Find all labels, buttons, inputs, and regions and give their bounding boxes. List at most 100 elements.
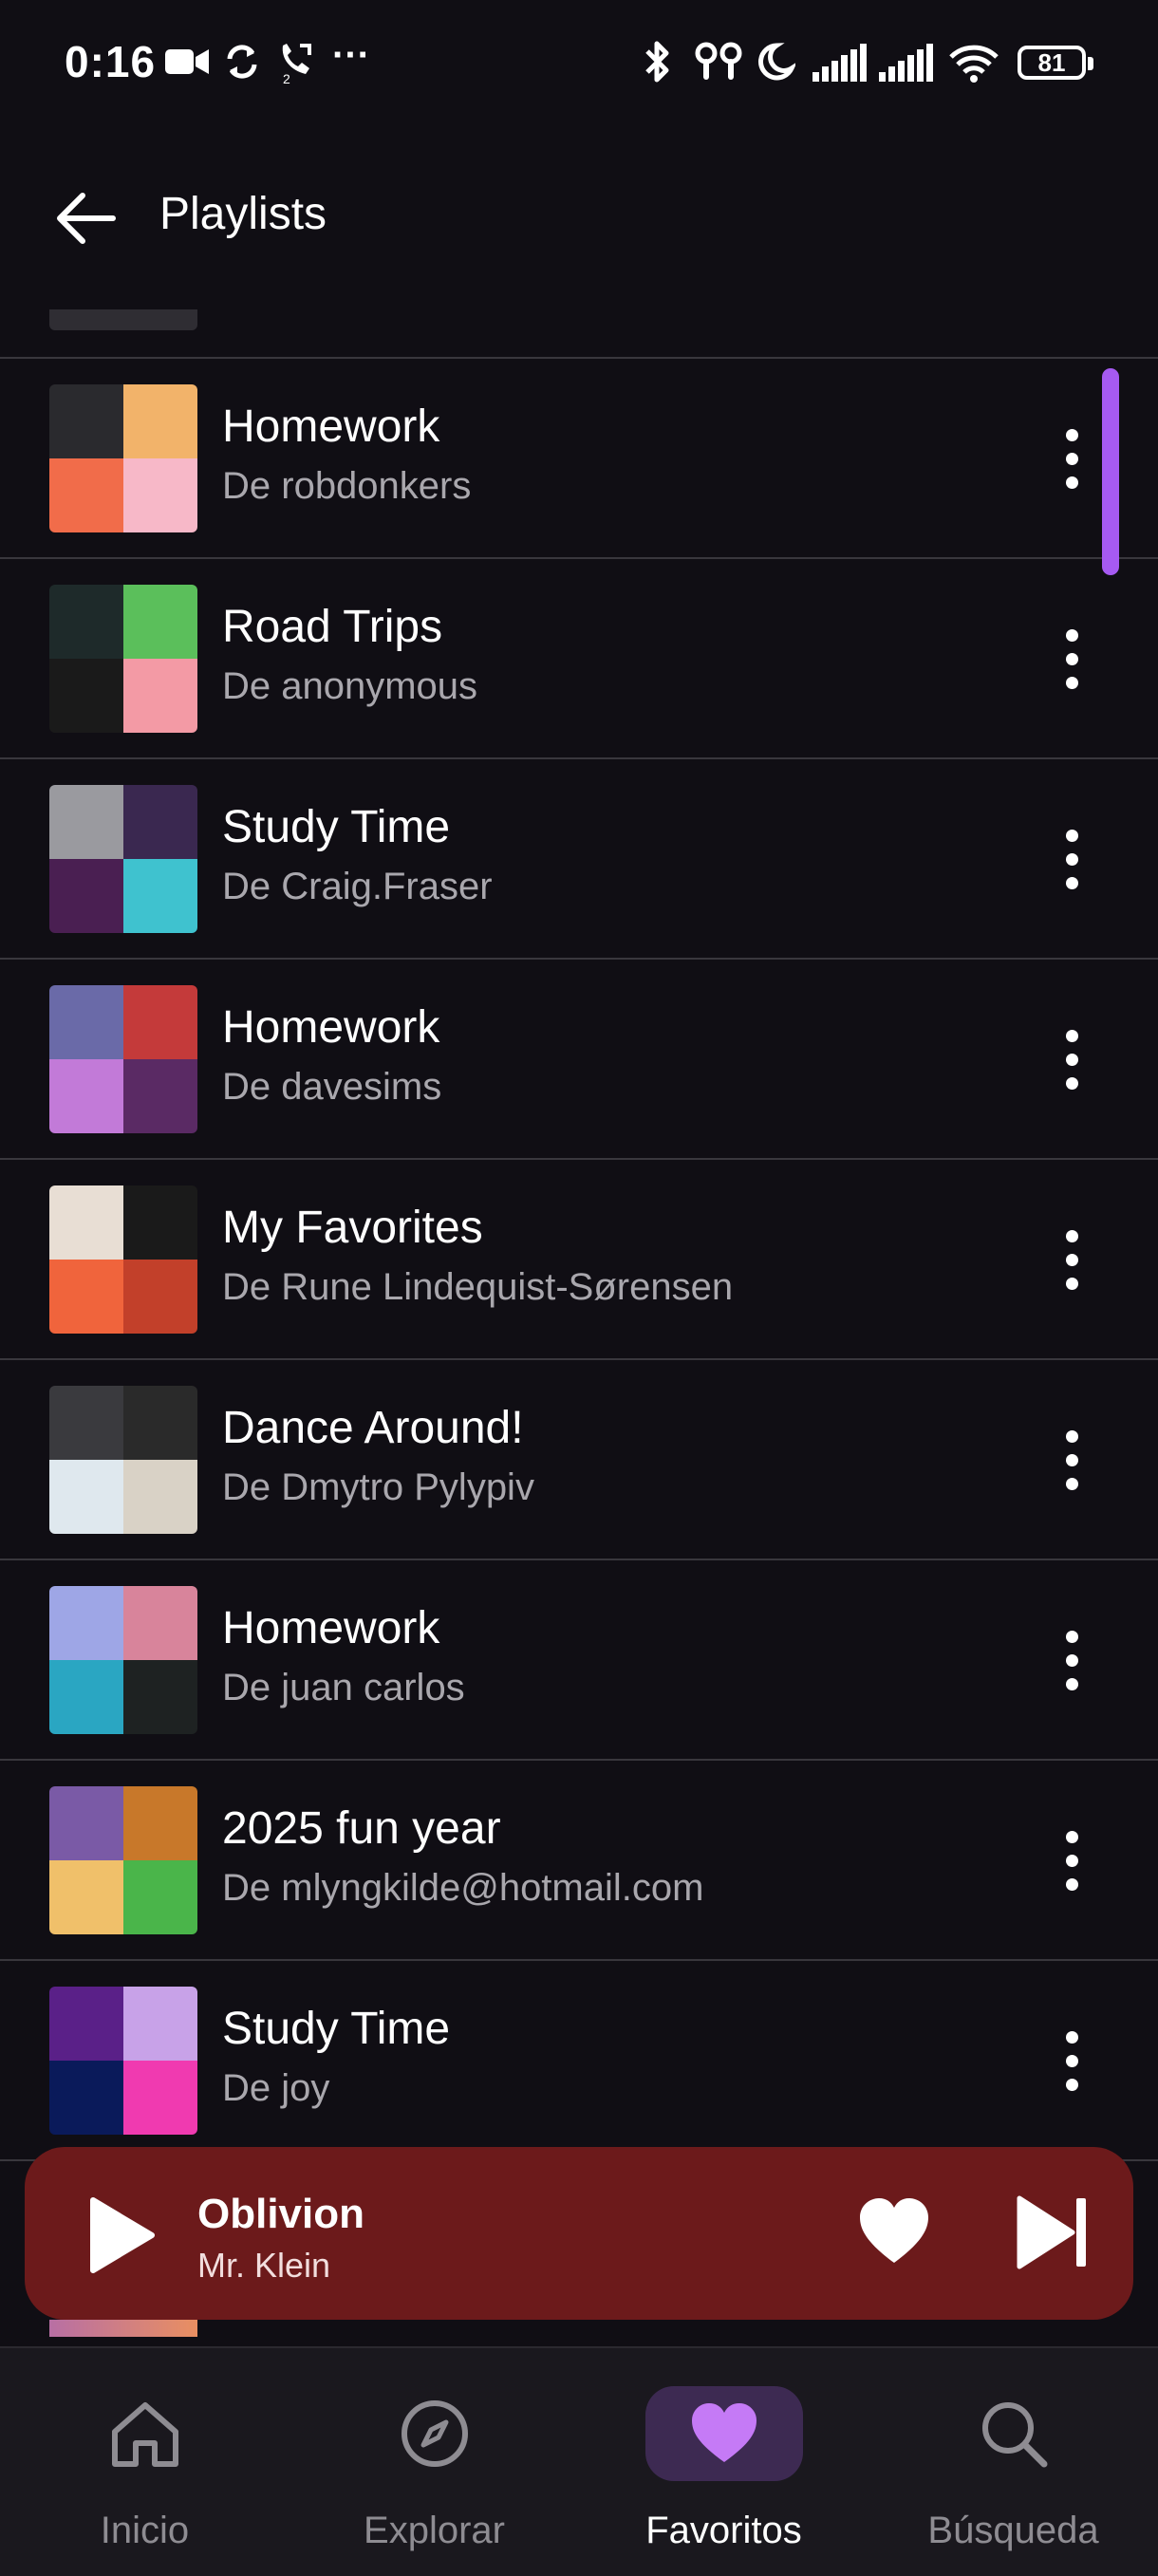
- playlist-title: Study Time: [222, 802, 451, 852]
- call-forward-icon: 2: [282, 44, 311, 84]
- cover-tile: [49, 1786, 123, 1860]
- playlist-title: Homework: [222, 1603, 440, 1653]
- playlist-cover-mosaic: [49, 384, 197, 532]
- more-options-icon[interactable]: [1048, 1417, 1095, 1503]
- playlist-title: My Favorites: [222, 1203, 483, 1253]
- page-title: Playlists: [159, 189, 327, 239]
- cover-tile: [123, 2061, 197, 2135]
- app-header: Playlists: [0, 152, 1158, 275]
- playlist-item[interactable]: Road Trips De anonymous: [0, 559, 1158, 759]
- cover-tile: [123, 1185, 197, 1260]
- now-playing-artist: Mr. Klein: [197, 2246, 331, 2285]
- cover-tile: [49, 585, 123, 659]
- scrollbar-thumb[interactable]: [1102, 368, 1119, 575]
- nav-inicio[interactable]: Inicio: [0, 2348, 290, 2576]
- playlist-item[interactable]: 2025 fun year De mlyngkilde@hotmail.com: [0, 1761, 1158, 1961]
- play-icon[interactable]: [76, 2193, 161, 2278]
- cover-tile: [49, 1586, 123, 1660]
- playlist-cover-mosaic: [49, 1586, 197, 1734]
- cover-tile: [123, 1260, 197, 1334]
- playlist-item[interactable]: Dance Around! De Dmytro Pylypiv: [0, 1360, 1158, 1560]
- more-options-icon[interactable]: [1048, 616, 1095, 701]
- back-button[interactable]: [47, 180, 123, 256]
- cover-tile: [123, 1660, 197, 1734]
- playlist-owner: De Dmytro Pylypiv: [222, 1466, 534, 1508]
- more-options-icon[interactable]: [1048, 416, 1095, 501]
- cover-tile: [49, 1860, 123, 1934]
- playlist-owner: De Rune Lindequist-Sørensen: [222, 1266, 734, 1308]
- cover-tile: [123, 985, 197, 1059]
- cover-tile: [123, 1059, 197, 1133]
- playlist-item[interactable]: My Favorites De Rune Lindequist-Sørensen: [0, 1160, 1158, 1360]
- cover-tile: [123, 1786, 197, 1860]
- cover-tile: [49, 1660, 123, 1734]
- home-icon: [111, 2402, 178, 2467]
- cover-tile: [49, 384, 123, 458]
- playlist-cover-mosaic: [49, 1185, 197, 1334]
- skip-next-icon[interactable]: [1014, 2193, 1093, 2272]
- more-options-icon[interactable]: [1048, 1017, 1095, 1102]
- playlist-owner: De anonymous: [222, 665, 478, 707]
- wifi-icon: [949, 45, 999, 83]
- playlist-owner: De Craig.Fraser: [222, 866, 493, 907]
- playlist-owner: De robdonkers: [222, 465, 472, 507]
- cover-tile: [123, 1386, 197, 1460]
- bluetooth-icon: [645, 41, 669, 83]
- heart-icon: [691, 2403, 756, 2462]
- more-options-icon[interactable]: [1048, 1217, 1095, 1302]
- mini-player[interactable]: Oblivion Mr. Klein: [25, 2147, 1133, 2320]
- playlist-title: Road Trips: [222, 602, 443, 652]
- playlist-owner: De juan carlos: [222, 1667, 465, 1708]
- now-playing-title: Oblivion: [197, 2191, 364, 2237]
- cover-tile: [49, 1185, 123, 1260]
- more-notifications-icon: ···: [332, 34, 370, 76]
- nav-favoritos[interactable]: Favoritos: [579, 2348, 868, 2576]
- battery-indicator: 81: [1018, 46, 1093, 80]
- signal-strength-1-icon: [812, 44, 867, 82]
- nav-explorar[interactable]: Explorar: [290, 2348, 579, 2576]
- more-options-icon[interactable]: [1048, 2018, 1095, 2103]
- cover-tile: [123, 1460, 197, 1534]
- playlist-title: Homework: [222, 1002, 440, 1053]
- cover-tile: [49, 1386, 123, 1460]
- more-options-icon[interactable]: [1048, 1617, 1095, 1703]
- playlist-title: Dance Around!: [222, 1403, 524, 1453]
- playlist-list: Homework De robdonkers Road Trips De anonym…: [0, 359, 1158, 2161]
- partially-hidden-cover: [49, 2320, 197, 2337]
- nav-label: Inicio: [100, 2510, 190, 2551]
- nav-busqueda[interactable]: Búsqueda: [868, 2348, 1158, 2576]
- cover-tile: [49, 1260, 123, 1334]
- nav-label: Favoritos: [645, 2510, 802, 2551]
- cover-tile: [123, 458, 197, 532]
- playlist-item[interactable]: Homework De robdonkers: [0, 359, 1158, 559]
- cover-tile: [49, 985, 123, 1059]
- sync-icon: [227, 45, 257, 79]
- playlist-title: 2025 fun year: [222, 1803, 501, 1854]
- cover-tile: [49, 659, 123, 733]
- playlist-cover-mosaic: [49, 585, 197, 733]
- favorite-heart-icon[interactable]: [856, 2194, 932, 2270]
- compass-icon: [401, 2400, 468, 2467]
- playlist-item[interactable]: Study Time De Craig.Fraser: [0, 759, 1158, 960]
- playlist-item[interactable]: Homework De davesims: [0, 960, 1158, 1160]
- clock: 0:16: [65, 37, 157, 86]
- more-options-icon[interactable]: [1048, 816, 1095, 902]
- search-icon: [981, 2402, 1047, 2468]
- playlist-cover-mosaic: [49, 785, 197, 933]
- cover-tile: [49, 458, 123, 532]
- cover-tile: [123, 659, 197, 733]
- signal-strength-2-icon: [879, 44, 933, 82]
- arrow-left-icon: [57, 193, 116, 244]
- playlist-owner: De joy: [222, 2067, 330, 2109]
- more-options-icon[interactable]: [1048, 1818, 1095, 1903]
- playlist-item[interactable]: Homework De juan carlos: [0, 1560, 1158, 1761]
- playlist-title: Homework: [222, 401, 440, 452]
- cover-tile: [123, 384, 197, 458]
- cover-tile: [123, 785, 197, 859]
- cover-tile: [49, 1460, 123, 1534]
- playlist-item[interactable]: Study Time De joy: [0, 1961, 1158, 2161]
- status-bar: 0:16 2 ··· 81: [0, 0, 1158, 123]
- playlist-cover-mosaic: [49, 1987, 197, 2135]
- video-camera-icon: [165, 49, 209, 74]
- cover-tile: [49, 1987, 123, 2061]
